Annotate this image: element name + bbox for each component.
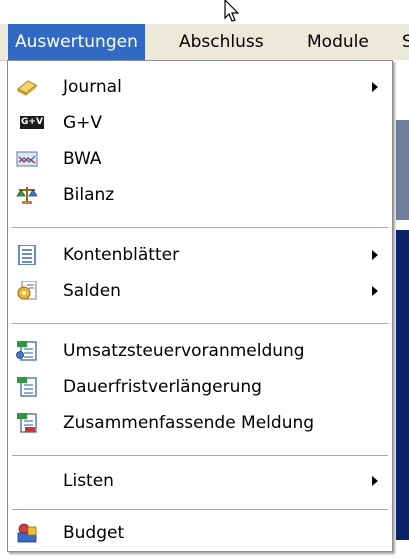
- summary-form-icon: [17, 413, 37, 433]
- menu-item-dauerfristverlaengerung[interactable]: Dauerfristverlängerung: [10, 369, 390, 405]
- gear-document-icon: [17, 281, 37, 300]
- menu-item-label: Umsatzsteuervoranmeldung: [63, 341, 305, 361]
- menu-item-gv[interactable]: G+V G+V: [10, 105, 390, 141]
- background-panel-dark: [396, 230, 409, 540]
- submenu-arrow-icon: [372, 82, 378, 92]
- menu-item-bilanz[interactable]: Bilanz: [10, 177, 390, 213]
- tax-form-icon: [16, 341, 37, 361]
- menu-item-kontenblaetter[interactable]: Kontenblätter: [10, 237, 390, 273]
- menu-item-label: Listen: [63, 471, 114, 491]
- submenu-arrow-icon: [372, 250, 378, 260]
- menu-item-budget[interactable]: Budget: [10, 515, 390, 551]
- menu-item-listen[interactable]: Listen: [10, 463, 390, 499]
- budget-icon: [17, 523, 37, 543]
- menu-auswertungen[interactable]: Auswertungen: [8, 24, 145, 60]
- menu-bar: Auswertungen Abschluss Module S: [0, 24, 409, 61]
- menu-item-zusammenfassende-meldung[interactable]: Zusammenfassende Meldung: [10, 405, 390, 441]
- submenu-arrow-icon: [372, 286, 378, 296]
- menu-separator: [12, 509, 388, 510]
- menu-separator: [12, 227, 388, 228]
- menu-item-label: Dauerfristverlängerung: [63, 377, 262, 397]
- bwa-chart-icon: [16, 151, 38, 167]
- menu-item-label: Journal: [63, 77, 122, 97]
- gv-icon-text: G+V: [20, 116, 44, 129]
- menu-item-salden[interactable]: Salden: [10, 273, 390, 309]
- menu-module[interactable]: Module: [300, 24, 376, 60]
- submenu-arrow-icon: [372, 476, 378, 486]
- menu-item-label: Salden: [63, 281, 121, 301]
- menu-item-label: BWA: [63, 149, 102, 169]
- scales-icon: [16, 187, 38, 204]
- mouse-cursor-icon: [224, 0, 240, 22]
- menu-item-label: G+V: [63, 113, 103, 133]
- menu-item-label: Bilanz: [63, 185, 115, 205]
- menu-item-label: Zusammenfassende Meldung: [63, 413, 315, 433]
- menu-item-label: Budget: [63, 523, 125, 543]
- background-panel: [396, 120, 409, 220]
- background-window: [392, 60, 409, 559]
- menu-s-truncated[interactable]: S: [395, 24, 409, 60]
- journal-icon: [17, 80, 37, 96]
- menu-item-label: Kontenblätter: [63, 245, 180, 265]
- menu-item-journal[interactable]: Journal: [10, 69, 390, 105]
- menu-separator: [12, 323, 388, 324]
- window-top-strip: [0, 0, 409, 24]
- menu-item-bwa[interactable]: BWA: [10, 141, 390, 177]
- extension-form-icon: [17, 377, 37, 397]
- menu-separator: [12, 455, 388, 456]
- menu-item-umsatzsteuervoranmeldung[interactable]: Umsatzsteuervoranmeldung: [10, 333, 390, 369]
- document-list-icon: [18, 245, 36, 265]
- menu-abschluss[interactable]: Abschluss: [172, 24, 271, 60]
- gv-icon: G+V: [16, 113, 44, 133]
- auswertungen-dropdown-menu: Journal G+V G+V BWA Bilanz Kontenblätter…: [7, 60, 393, 552]
